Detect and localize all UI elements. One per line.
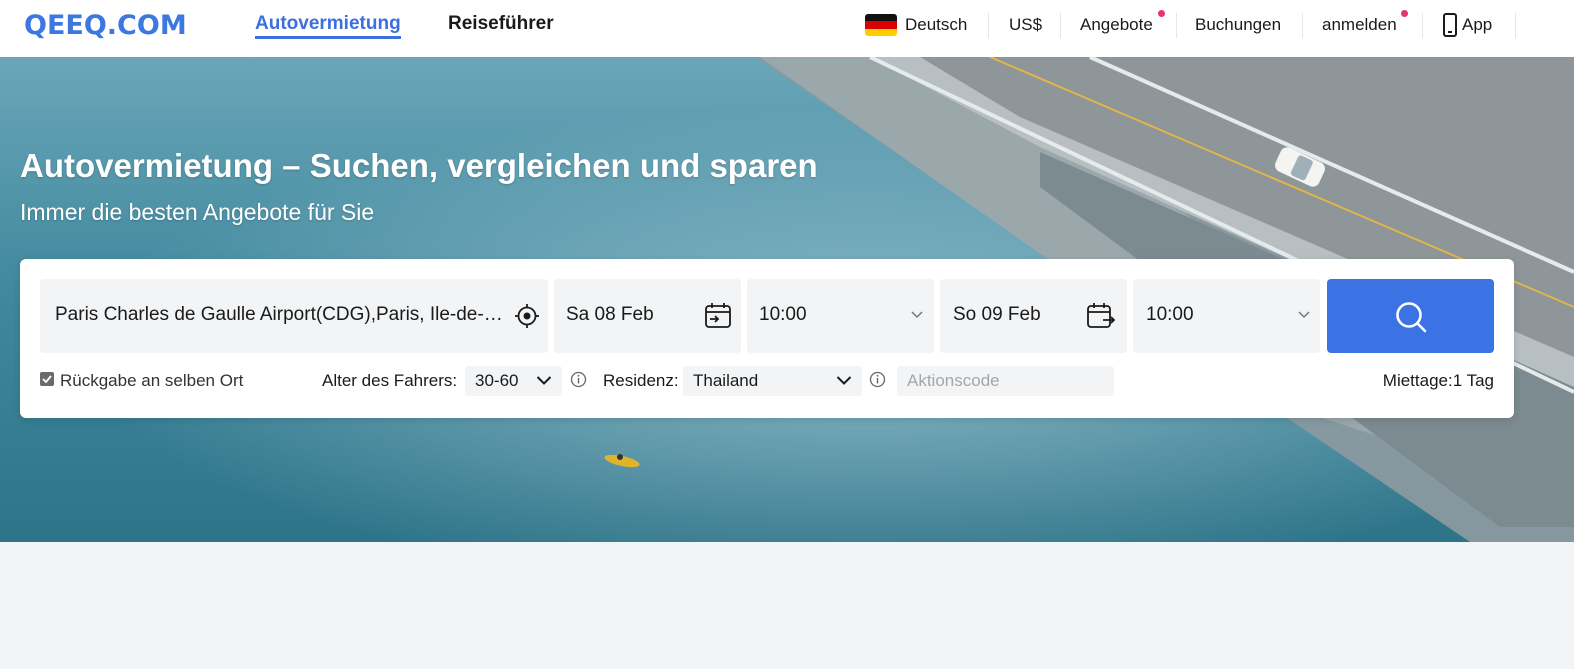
hero-subtitle: Immer die besten Angebote für Sie: [20, 199, 375, 225]
currency-selector[interactable]: US$: [1009, 14, 1042, 36]
pickup-time-field[interactable]: 10:00: [747, 279, 934, 353]
bookings-link[interactable]: Buchungen: [1195, 14, 1281, 36]
driver-age-value: 30-60: [475, 371, 519, 390]
tab-travel-guide[interactable]: Reiseführer: [448, 13, 554, 35]
chevron-down-icon: [836, 376, 852, 385]
language-selector[interactable]: Deutsch: [905, 14, 967, 36]
pickup-location-value: Paris Charles de Gaulle Airport(CDG),Par…: [55, 304, 510, 325]
phone-icon[interactable]: [1443, 13, 1457, 37]
same-return-checkbox[interactable]: [40, 372, 54, 386]
checkmark-icon: [42, 375, 52, 384]
chevron-down-icon: [1298, 311, 1310, 319]
divider: [1302, 13, 1303, 38]
search-panel: Paris Charles de Gaulle Airport(CDG),Par…: [20, 259, 1514, 418]
search-button[interactable]: [1327, 279, 1494, 353]
pickup-date-value: Sa 08 Feb: [566, 304, 654, 325]
tab-car-rental[interactable]: Autovermietung: [255, 13, 401, 39]
locate-me-icon[interactable]: [514, 303, 540, 329]
login-link[interactable]: anmelden: [1322, 14, 1397, 36]
chevron-down-icon: [911, 311, 923, 319]
search-icon: [1396, 302, 1427, 333]
residence-select[interactable]: Thailand: [683, 366, 862, 396]
same-return-label[interactable]: Rückgabe an selben Ort: [60, 366, 243, 396]
chevron-down-icon: [536, 376, 552, 385]
driver-age-select[interactable]: 30-60: [465, 366, 562, 396]
app-link[interactable]: App: [1462, 14, 1492, 36]
pickup-date-field[interactable]: Sa 08 Feb: [554, 279, 741, 353]
residence-value: Thailand: [693, 371, 759, 390]
pickup-time-value: 10:00: [759, 304, 807, 325]
top-header: QEEQ.COM Autovermietung Reiseführer Deut…: [0, 0, 1574, 57]
german-flag-icon[interactable]: [865, 14, 897, 36]
site-logo[interactable]: QEEQ.COM: [24, 10, 187, 41]
divider: [1060, 13, 1061, 38]
return-time-field[interactable]: 10:00: [1133, 279, 1320, 353]
pickup-location-field[interactable]: Paris Charles de Gaulle Airport(CDG),Par…: [40, 279, 548, 353]
return-date-field[interactable]: So 09 Feb: [940, 279, 1127, 353]
divider: [988, 13, 989, 38]
calendar-return-icon: [1087, 303, 1116, 328]
driver-age-label: Alter des Fahrers:: [322, 371, 458, 390]
login-notification-dot: [1401, 10, 1408, 17]
divider: [1515, 13, 1516, 38]
return-date-value: So 09 Feb: [953, 304, 1041, 325]
hero-title: Autovermietung – Suchen, vergleichen und…: [20, 147, 818, 184]
divider: [1176, 13, 1177, 38]
promo-code-input[interactable]: [897, 366, 1114, 396]
divider: [1422, 13, 1423, 38]
info-icon[interactable]: [570, 371, 587, 388]
rental-days-text: Miettage:1 Tag: [1382, 371, 1494, 390]
offers-notification-dot: [1158, 10, 1165, 17]
return-time-value: 10:00: [1146, 304, 1194, 325]
info-icon[interactable]: [869, 371, 886, 388]
residence-label: Residenz:: [603, 371, 679, 390]
calendar-pickup-icon: [705, 303, 731, 328]
offers-link[interactable]: Angebote: [1080, 14, 1153, 36]
